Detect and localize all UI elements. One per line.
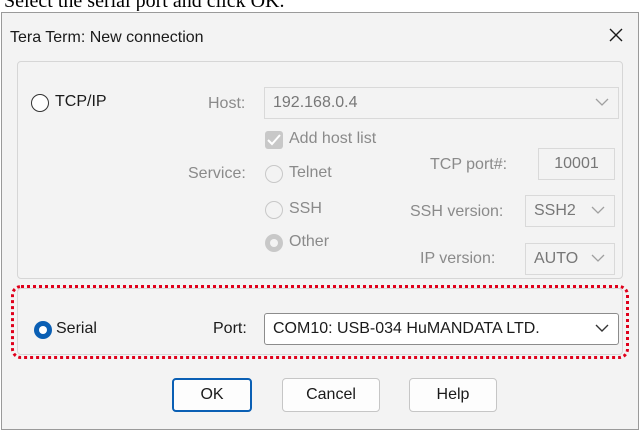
ssh-radio[interactable] bbox=[265, 201, 283, 219]
cancel-button[interactable]: Cancel bbox=[282, 378, 380, 412]
host-label: Host: bbox=[208, 95, 246, 112]
ip-version-label: IP version: bbox=[420, 250, 496, 267]
caption-text: Select the serial port and click OK. bbox=[4, 0, 285, 11]
other-radio[interactable] bbox=[265, 234, 283, 252]
telnet-label: Telnet bbox=[289, 164, 332, 181]
add-host-list-label: Add host list bbox=[289, 130, 377, 147]
instruction-caption: Select the serial port and click OK. bbox=[0, 0, 641, 11]
add-host-list-checkbox[interactable] bbox=[265, 131, 283, 149]
telnet-radio[interactable] bbox=[265, 165, 283, 183]
help-button[interactable]: Help bbox=[409, 378, 497, 412]
ssh-label: SSH bbox=[289, 200, 322, 217]
ok-button[interactable]: OK bbox=[172, 378, 252, 412]
tcp-port-input[interactable]: 10001 bbox=[538, 148, 615, 180]
chevron-down-icon bbox=[591, 206, 605, 214]
port-value: COM10: USB-034 HuMANDATA LTD. bbox=[273, 320, 540, 337]
close-icon bbox=[609, 28, 623, 42]
chevron-down-icon bbox=[595, 98, 609, 106]
ssh-version-value: SSH2 bbox=[534, 202, 576, 219]
tcp-port-label: TCP port#: bbox=[430, 156, 508, 173]
tcp-port-value: 10001 bbox=[554, 155, 599, 172]
host-value: 192.168.0.4 bbox=[273, 94, 358, 111]
title-bar: Tera Term: New connection bbox=[2, 13, 638, 53]
serial-label: Serial bbox=[56, 320, 97, 337]
checkmark-icon bbox=[267, 134, 281, 146]
other-label: Other bbox=[289, 233, 330, 250]
serial-radio[interactable] bbox=[34, 321, 52, 339]
tcpip-label: TCP/IP bbox=[55, 93, 107, 110]
ip-version-value: AUTO bbox=[534, 250, 579, 267]
ssh-version-label: SSH version: bbox=[410, 203, 504, 220]
ssh-version-select[interactable]: SSH2 bbox=[525, 195, 615, 227]
port-select[interactable]: COM10: USB-034 HuMANDATA LTD. bbox=[264, 313, 619, 345]
chevron-down-icon bbox=[591, 254, 605, 262]
service-label: Service: bbox=[188, 165, 246, 182]
window-title: Tera Term: New connection bbox=[10, 29, 204, 46]
port-label: Port: bbox=[213, 320, 247, 337]
close-button[interactable] bbox=[608, 27, 624, 43]
tcpip-radio[interactable] bbox=[31, 94, 49, 112]
chevron-down-icon bbox=[595, 324, 609, 332]
ip-version-select[interactable]: AUTO bbox=[525, 243, 615, 275]
host-combobox[interactable]: 192.168.0.4 bbox=[264, 87, 619, 119]
